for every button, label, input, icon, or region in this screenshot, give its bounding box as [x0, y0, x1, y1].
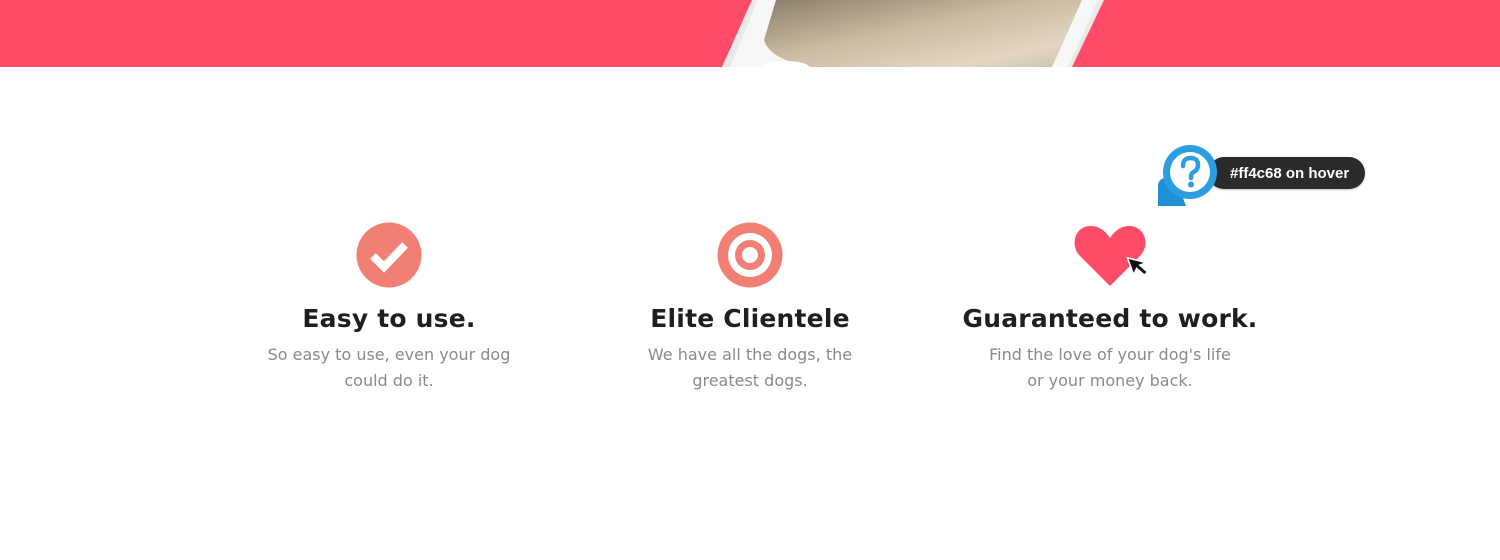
mouse-cursor-icon	[1126, 256, 1149, 277]
feature-title: Guaranteed to work.	[962, 304, 1258, 333]
checkmark-icon	[356, 222, 422, 288]
help-question-icon[interactable]	[1152, 144, 1222, 214]
feature-elite-clientele: Elite Clientele We have all the dogs, th…	[570, 222, 930, 394]
feature-title: Elite Clientele	[650, 304, 850, 333]
page: Easy to use. So easy to use, even your d…	[0, 0, 1500, 560]
feature-easy-to-use: Easy to use. So easy to use, even your d…	[209, 222, 569, 394]
tooltip-label: #ff4c68 on hover	[1208, 157, 1366, 189]
feature-description: So easy to use, even your dog could do i…	[267, 345, 511, 390]
help-tooltip: #ff4c68 on hover	[1152, 144, 1367, 214]
feature-guaranteed-to-work: Guaranteed to work. Find the love of you…	[930, 222, 1290, 394]
feature-title: Easy to use.	[302, 304, 476, 333]
target-icon	[717, 222, 783, 288]
hero-phone-image	[0, 0, 1500, 67]
feature-description: We have all the dogs, the greatest dogs.	[647, 345, 853, 390]
feature-description: Find the love of your dog's life or your…	[989, 345, 1231, 390]
hero-banner	[0, 0, 1500, 67]
